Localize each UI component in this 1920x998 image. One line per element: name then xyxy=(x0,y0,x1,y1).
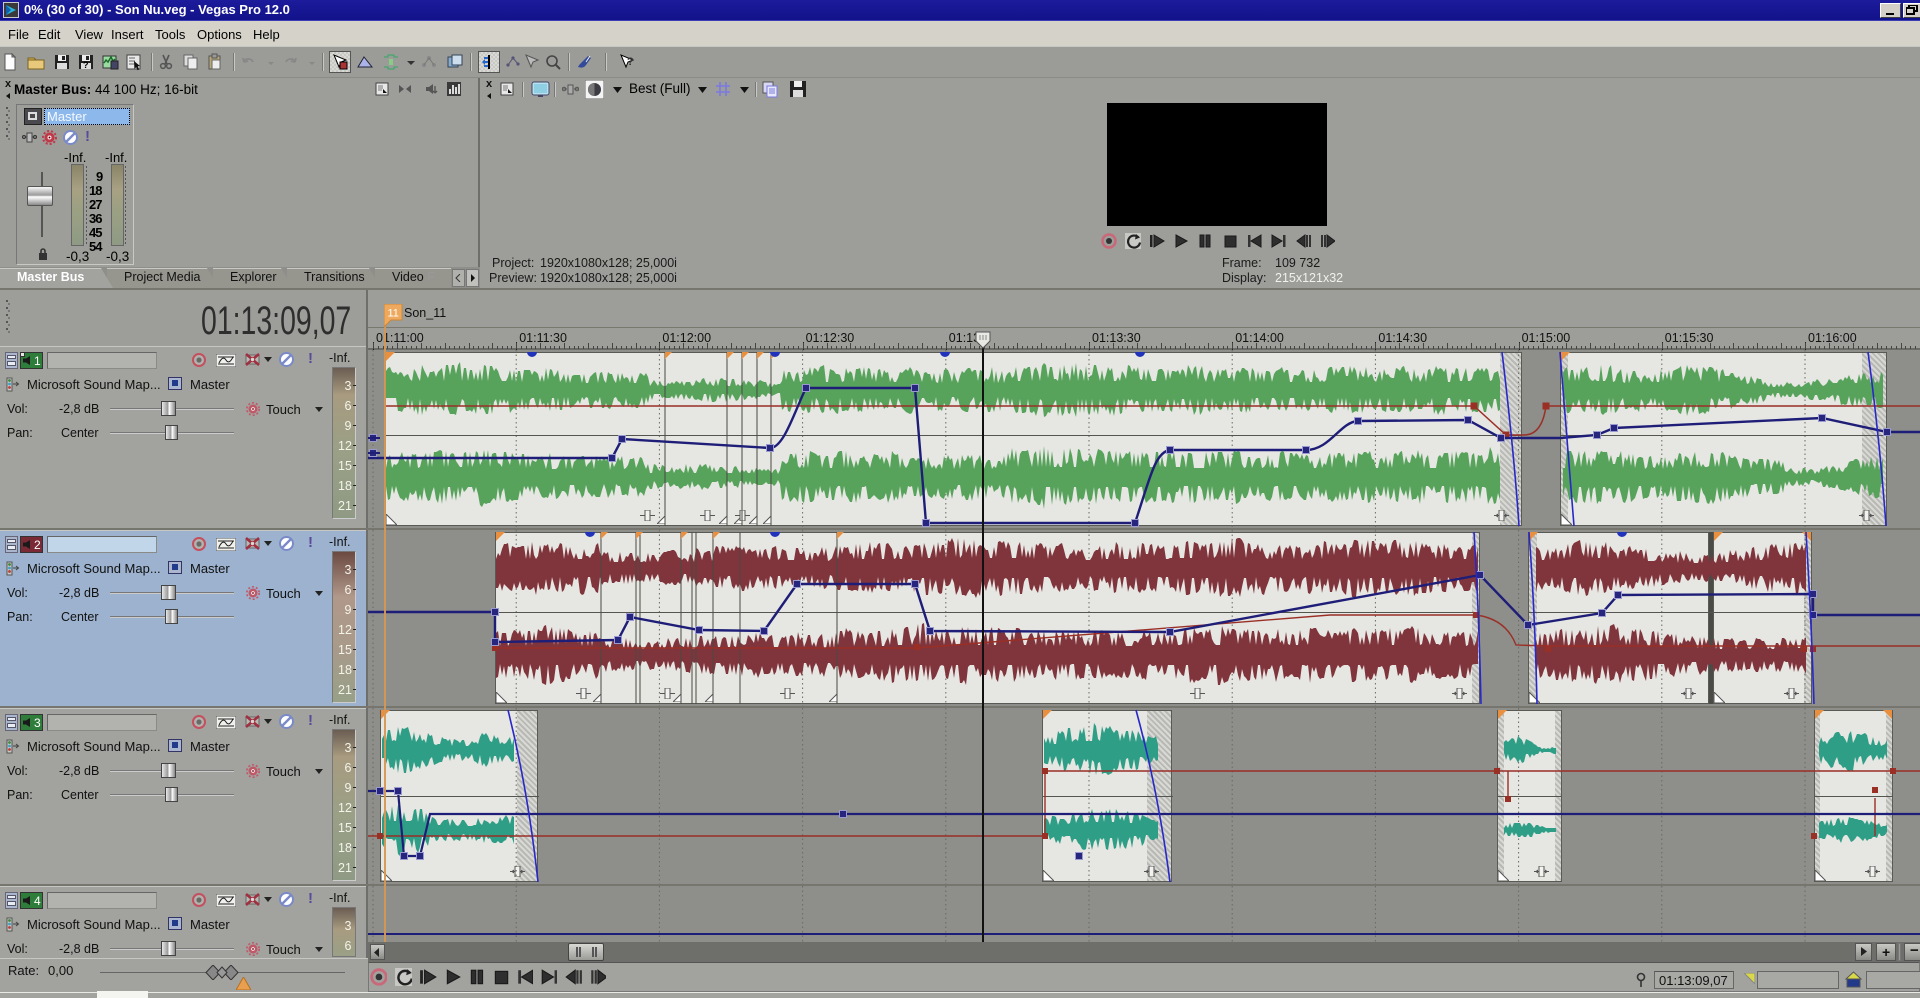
svg-text:?: ? xyxy=(627,56,634,68)
svg-text:?: ? xyxy=(83,60,89,70)
svg-text:11: 11 xyxy=(388,308,399,320)
